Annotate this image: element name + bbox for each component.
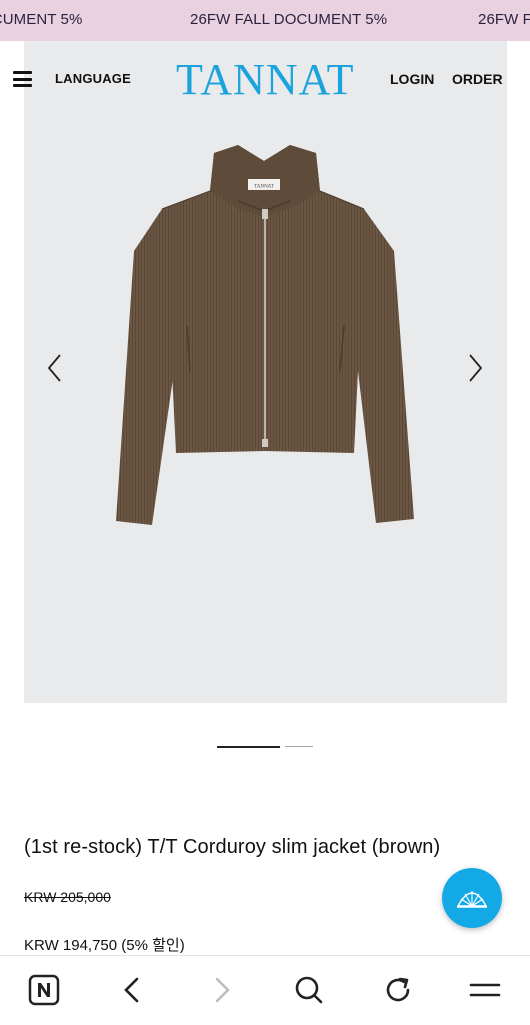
product-title: (1st re-stock) T/T Corduroy slim jacket … <box>24 836 441 858</box>
chevron-left-icon[interactable] <box>43 352 67 384</box>
announcement-text: 26FW FA <box>478 11 530 28</box>
naver-home-icon[interactable] <box>26 972 62 1008</box>
back-icon[interactable] <box>114 972 150 1008</box>
login-link[interactable]: LOGIN <box>390 71 434 87</box>
original-price: KRW 205,000 <box>24 889 111 905</box>
order-link[interactable]: ORDER <box>452 71 503 87</box>
chevron-right-icon[interactable] <box>463 352 487 384</box>
language-button[interactable]: LANGUAGE <box>55 71 131 86</box>
sale-price: KRW 194,750 (5% 할인) <box>24 937 185 954</box>
garment-label: TANNAT <box>254 185 274 190</box>
browser-toolbar <box>0 955 530 1025</box>
chat-button[interactable] <box>442 868 502 928</box>
announcement-text: OCUMENT 5% <box>0 11 83 28</box>
forward-icon[interactable] <box>204 972 240 1008</box>
slide-pagination <box>217 746 317 750</box>
logo[interactable]: TANNAT <box>176 58 354 102</box>
chat-shell-icon <box>456 891 488 908</box>
search-icon[interactable] <box>291 972 327 1008</box>
announcement-bar: OCUMENT 5% 26FW FALL DOCUMENT 5% 26FW FA <box>0 0 530 41</box>
pagination-dot[interactable] <box>285 746 313 747</box>
menu-icon[interactable] <box>467 972 503 1008</box>
jacket-photo: TANNAT <box>116 145 414 525</box>
refresh-icon[interactable] <box>380 972 416 1008</box>
product-image[interactable]: TANNAT <box>24 41 507 703</box>
hamburger-menu-icon[interactable] <box>13 71 32 87</box>
announcement-text: 26FW FALL DOCUMENT 5% <box>190 11 388 28</box>
pagination-dot-active[interactable] <box>217 746 280 748</box>
